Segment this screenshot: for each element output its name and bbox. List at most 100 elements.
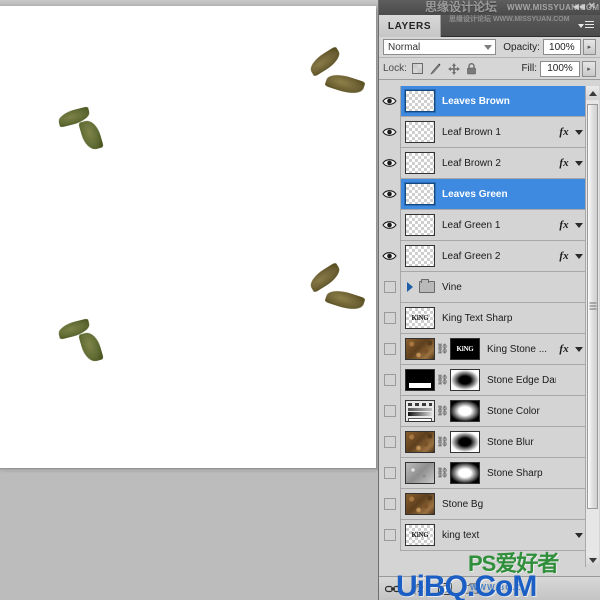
layer-name: Vine (442, 281, 462, 293)
layer-visibility-toggle[interactable] (379, 426, 401, 458)
layer-thumbnail[interactable] (405, 245, 435, 267)
layer-list[interactable]: Leaves Brown Leaf Brown 1 fx Leaf Brown 2 fx… (379, 86, 600, 567)
layer-thumbnail[interactable] (404, 89, 436, 113)
panel-title-bar[interactable]: 思缘设计论坛 WWW.MISSYUAN.COM ◀◀ ✕ (379, 0, 600, 15)
lock-all-icon[interactable] (465, 62, 479, 76)
layer-expand-icon[interactable] (572, 346, 586, 352)
layer-visibility-toggle[interactable] (379, 457, 401, 489)
layer-visibility-toggle[interactable] (379, 271, 401, 303)
close-icon[interactable]: ✕ (588, 1, 596, 13)
blend-mode-select[interactable]: Normal (383, 39, 497, 55)
scroll-up-icon[interactable] (586, 86, 599, 100)
lock-transparency-icon[interactable] (411, 62, 425, 76)
layer-thumbnail[interactable] (405, 462, 435, 484)
layer-row[interactable]: Leaves Green (379, 178, 586, 210)
layer-visibility-toggle[interactable] (379, 86, 401, 117)
layer-thumbnail[interactable]: KiNG (405, 307, 435, 329)
layer-mask-thumbnail[interactable] (450, 431, 480, 453)
layer-row[interactable]: KiNG king text (379, 519, 586, 551)
layer-row[interactable]: Leaves Brown (379, 86, 586, 117)
mask-link-icon[interactable]: ⛓ (436, 344, 449, 355)
layer-list-scrollbar[interactable] (585, 86, 599, 567)
layer-visibility-toggle[interactable] (379, 488, 401, 520)
layer-thumbnails (405, 493, 435, 515)
layer-fx-icon[interactable]: fx (556, 126, 572, 138)
new-group-icon[interactable] (463, 581, 479, 597)
layer-fx-icon[interactable]: fx (556, 219, 572, 231)
layer-row[interactable]: ⛓ KiNG King Stone ... fx (379, 333, 586, 365)
layer-mask-thumbnail[interactable] (450, 462, 480, 484)
layer-expand-icon[interactable] (572, 253, 586, 259)
layer-expand-icon[interactable] (572, 129, 586, 135)
layer-thumbnail[interactable] (405, 400, 435, 422)
lock-position-icon[interactable] (447, 62, 461, 76)
mask-link-icon[interactable]: ⛓ (436, 437, 449, 448)
fill-input[interactable]: 100% (540, 60, 580, 77)
layer-row[interactable]: Leaf Brown 1 fx (379, 116, 586, 148)
lock-image-icon[interactable] (429, 62, 443, 76)
opacity-label: Opacity: (503, 41, 540, 53)
fill-label: Fill: (521, 63, 537, 74)
layer-row[interactable]: Stone Bg (379, 488, 586, 520)
layer-mask-thumbnail[interactable] (450, 369, 480, 391)
layer-expand-icon[interactable] (572, 222, 586, 228)
layer-mask-thumbnail[interactable]: KiNG (450, 338, 480, 360)
layer-row[interactable]: Leaf Green 2 fx (379, 240, 586, 272)
layer-row[interactable]: ⛓ Stone Edge Dar... (379, 364, 586, 396)
layer-thumbnail[interactable] (405, 338, 435, 360)
layer-row[interactable]: ⛓ Stone Color (379, 395, 586, 427)
layer-fx-icon[interactable]: fx (556, 157, 572, 169)
layer-visibility-toggle[interactable] (379, 116, 401, 148)
mask-link-icon[interactable]: ⛓ (436, 406, 449, 417)
layer-thumbnail[interactable] (405, 431, 435, 453)
link-layers-icon[interactable] (385, 581, 401, 597)
layer-visibility-toggle[interactable] (379, 519, 401, 551)
layer-expand-icon[interactable] (572, 532, 586, 538)
layer-visibility-toggle[interactable] (379, 364, 401, 396)
layer-fx-icon[interactable]: fx (556, 250, 572, 262)
layer-mask-thumbnail[interactable] (450, 400, 480, 422)
mask-link-icon[interactable]: ⛓ (436, 468, 449, 479)
layer-thumbnail[interactable]: KiNG (405, 524, 435, 546)
layer-visibility-toggle[interactable] (379, 240, 401, 272)
opacity-input[interactable]: 100% (542, 39, 581, 55)
layer-thumbnails (404, 182, 436, 206)
blend-mode-value: Normal (388, 41, 421, 53)
layer-row[interactable]: Leaf Green 1 fx (379, 209, 586, 241)
group-expand-icon[interactable] (407, 282, 413, 292)
layer-thumbnail[interactable] (404, 182, 436, 206)
layer-visibility-toggle[interactable] (379, 147, 401, 179)
layer-thumbnails: ⛓ KiNG (405, 338, 480, 360)
canvas-shadow (0, 468, 378, 471)
mask-link-icon[interactable]: ⛓ (436, 375, 449, 386)
collapse-icon[interactable]: ◀◀ (573, 2, 585, 12)
layer-thumbnails (404, 89, 436, 113)
layer-visibility-toggle[interactable] (379, 302, 401, 334)
layer-thumbnail[interactable] (405, 493, 435, 515)
layer-visibility-toggle[interactable] (379, 178, 401, 210)
layer-row[interactable]: ⛓ Stone Blur (379, 426, 586, 458)
layer-thumbnail[interactable] (405, 121, 435, 143)
tab-layers[interactable]: LAYERS (379, 15, 441, 37)
layer-visibility-toggle[interactable] (379, 209, 401, 241)
layer-visibility-toggle[interactable] (379, 395, 401, 427)
layer-expand-icon[interactable] (572, 160, 586, 166)
scroll-down-icon[interactable] (586, 553, 599, 567)
scrollbar-thumb[interactable] (587, 104, 598, 509)
layer-name: Leaf Green 2 (442, 250, 501, 262)
opacity-slider-button[interactable]: ▸ (582, 39, 596, 55)
layer-thumbnail[interactable] (405, 152, 435, 174)
layer-row[interactable]: KiNG King Text Sharp (379, 302, 586, 334)
layer-row[interactable]: Vine (379, 271, 586, 303)
layer-style-fx-icon[interactable]: fx (411, 581, 427, 597)
layer-thumbnail[interactable] (405, 214, 435, 236)
fill-slider-button[interactable]: ▸ (582, 60, 596, 77)
layer-row[interactable]: ⛓ Stone Sharp (379, 457, 586, 489)
add-mask-icon[interactable] (437, 581, 453, 597)
layer-row[interactable]: Leaf Brown 2 fx (379, 147, 586, 179)
layer-visibility-toggle[interactable] (379, 333, 401, 365)
image-canvas[interactable] (0, 6, 376, 468)
layer-thumbnail[interactable] (405, 369, 435, 391)
layer-fx-icon[interactable]: fx (556, 343, 572, 355)
panel-menu-icon[interactable] (578, 19, 596, 32)
